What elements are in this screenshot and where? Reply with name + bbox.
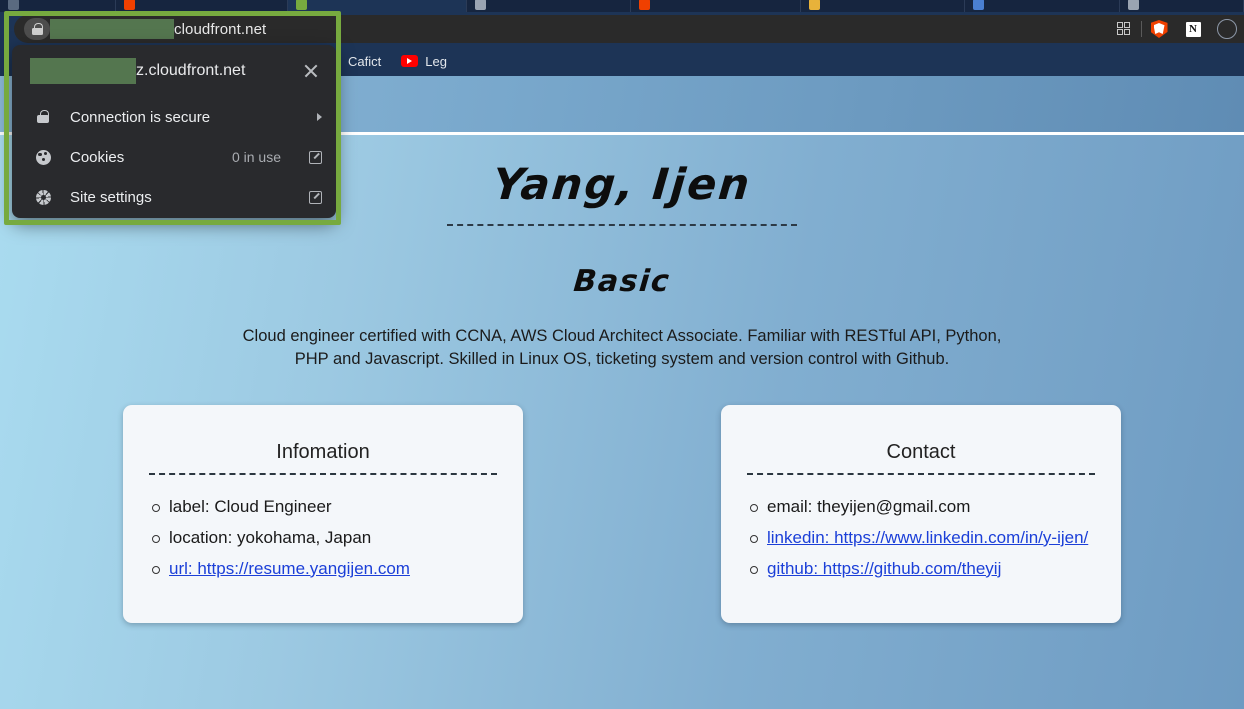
browser-tab[interactable]: [467, 0, 631, 12]
external-link-icon: [309, 151, 322, 164]
info-card: Infomation label: Cloud Engineer location:…: [123, 405, 523, 623]
bookmark-label: Leg: [425, 54, 447, 69]
browser-toolbar: cloudfront.net N: [0, 12, 1244, 46]
browser-tab[interactable]: [0, 0, 116, 12]
row-value: 0 in use: [232, 149, 281, 165]
tab-strip: [0, 0, 1244, 12]
list-item[interactable]: url: https://resume.yangijen.com: [169, 557, 497, 582]
card-title: Contact: [747, 441, 1095, 473]
bookmark-item[interactable]: Cafict: [340, 51, 389, 72]
list-item: email: theyijen@gmail.com: [767, 495, 1095, 520]
list-item: label: Cloud Engineer: [169, 495, 497, 520]
site-info-lock-button[interactable]: [24, 18, 50, 40]
tab-favicon-icon: [639, 0, 650, 10]
url-redaction-overlay: [50, 19, 174, 39]
browser-tab[interactable]: [1120, 0, 1244, 12]
card-divider: [747, 473, 1095, 475]
address-bar[interactable]: cloudfront.net: [14, 15, 1244, 43]
card-list: email: theyijen@gmail.com linkedin: https…: [747, 495, 1095, 582]
browser-tab[interactable]: [288, 0, 467, 12]
site-popup-row[interactable]: Site settings: [12, 177, 336, 217]
browser-tab[interactable]: [116, 0, 288, 12]
card-divider: [149, 473, 497, 475]
browser-tab[interactable]: [801, 0, 965, 12]
list-item[interactable]: linkedin: https://www.linkedin.com/in/y-…: [767, 526, 1095, 551]
browser-tab[interactable]: [965, 0, 1120, 12]
card-row: Infomation label: Cloud Engineer location:…: [0, 405, 1244, 623]
toolbar-right-actions: N: [1107, 12, 1244, 46]
close-icon[interactable]: [300, 60, 322, 82]
section-title: Basic: [0, 264, 1244, 299]
card-list: label: Cloud Engineer location: yokohama,…: [149, 495, 497, 582]
row-label: Connection is secure: [70, 109, 299, 126]
site-popup-rows: Connection is secure Cookies 0 in use Site …: [12, 97, 336, 217]
tab-favicon-icon: [124, 0, 135, 10]
tab-favicon-icon: [296, 0, 307, 10]
list-item-link[interactable]: linkedin: https://www.linkedin.com/in/y-…: [767, 528, 1088, 547]
site-popup-row[interactable]: Connection is secure: [12, 97, 336, 137]
bookmark-label: Cafict: [348, 54, 381, 69]
lock-icon: [37, 110, 49, 124]
tab-favicon-icon: [475, 0, 486, 10]
title-divider: [447, 224, 797, 226]
browser-window: cloudfront.net N CafictLeg Yang,: [0, 0, 1244, 709]
bookmark-item[interactable]: Leg: [393, 51, 455, 72]
list-item: location: yokohama, Japan: [169, 526, 497, 551]
tab-favicon-icon: [8, 0, 19, 10]
profile-avatar: [1217, 19, 1237, 39]
info-card: Contact email: theyijen@gmail.com linkedin…: [721, 405, 1121, 623]
summary-paragraph: Cloud engineer certified with CCNA, AWS …: [227, 325, 1017, 372]
tab-favicon-icon: [1128, 0, 1139, 10]
brave-shields-button[interactable]: [1142, 12, 1176, 46]
brave-shields-icon: [1151, 20, 1168, 38]
notion-extension-button[interactable]: N: [1176, 12, 1210, 46]
tab-grid-button[interactable]: [1107, 12, 1141, 46]
site-popup-header: z.cloudfront.net: [12, 45, 336, 97]
chevron-right-icon: [317, 113, 322, 121]
site-popup-row[interactable]: Cookies 0 in use: [12, 137, 336, 177]
site-information-popup[interactable]: z.cloudfront.net Connection is secure Coo…: [12, 45, 336, 218]
list-item-link[interactable]: github: https://github.com/theyij: [767, 559, 1001, 578]
url-text: cloudfront.net: [174, 21, 266, 38]
card-title: Infomation: [149, 441, 497, 473]
notion-extension-icon: N: [1185, 21, 1202, 38]
youtube-icon: [401, 55, 418, 67]
browser-tab[interactable]: [631, 0, 801, 12]
list-item-link[interactable]: url: https://resume.yangijen.com: [169, 559, 410, 578]
gear-icon: [36, 190, 51, 205]
row-leading-icon: [34, 150, 52, 165]
cookie-icon: [36, 150, 51, 165]
tab-grid-icon: [1117, 22, 1132, 37]
row-label: Site settings: [70, 189, 291, 206]
profile-button[interactable]: [1210, 12, 1244, 46]
lock-icon: [32, 23, 43, 35]
row-label: Cookies: [70, 149, 214, 166]
row-leading-icon: [34, 190, 52, 205]
tab-favicon-icon: [973, 0, 984, 10]
site-domain-text: z.cloudfront.net: [136, 62, 300, 80]
page-content: Yang, Ijen Basic Cloud engineer certifie…: [0, 138, 1244, 709]
domain-redaction-overlay: [30, 58, 136, 84]
external-link-icon: [309, 191, 322, 204]
list-item[interactable]: github: https://github.com/theyij: [767, 557, 1095, 582]
row-leading-icon: [34, 110, 52, 124]
tab-favicon-icon: [809, 0, 820, 10]
